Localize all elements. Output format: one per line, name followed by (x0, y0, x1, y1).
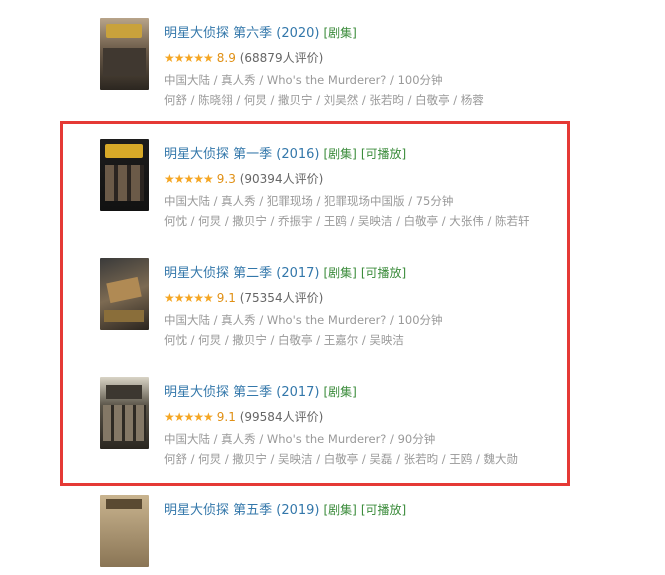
item-cast: 何舒 / 陈晓翎 / 何炅 / 撒贝宁 / 刘昊然 / 张若昀 / 白敬亭 / … (164, 93, 484, 107)
item-title-link[interactable]: 明星大侦探 第五季 (2019) (164, 503, 320, 518)
rating: ★★★★★ 8.9 (68879人评价) (164, 49, 323, 66)
tag-series[interactable]: [剧集] (324, 26, 357, 40)
poster-image[interactable] (100, 495, 149, 567)
item-meta: 中国大陆 / 真人秀 / Who's the Murderer? / 100分钟 (164, 73, 443, 87)
tag-series[interactable]: [剧集] (324, 503, 357, 517)
tag-playable[interactable]: [可播放] (361, 503, 406, 517)
item-title-link[interactable]: 明星大侦探 第六季 (2020) (164, 26, 320, 41)
list-item: 明星大侦探 第六季 (2020) [剧集] ★★★★★ 8.9 (68879人评价)… (100, 18, 560, 107)
list-item: 明星大侦探 第五季 (2019) [剧集] [可播放] (100, 495, 560, 575)
vote-count: (68879人评价) (239, 51, 324, 65)
highlight-box (60, 121, 570, 486)
poster-image[interactable] (100, 18, 149, 90)
star-rating-icon: ★★★★★ (164, 51, 214, 65)
rating-score: 8.9 (216, 51, 236, 65)
